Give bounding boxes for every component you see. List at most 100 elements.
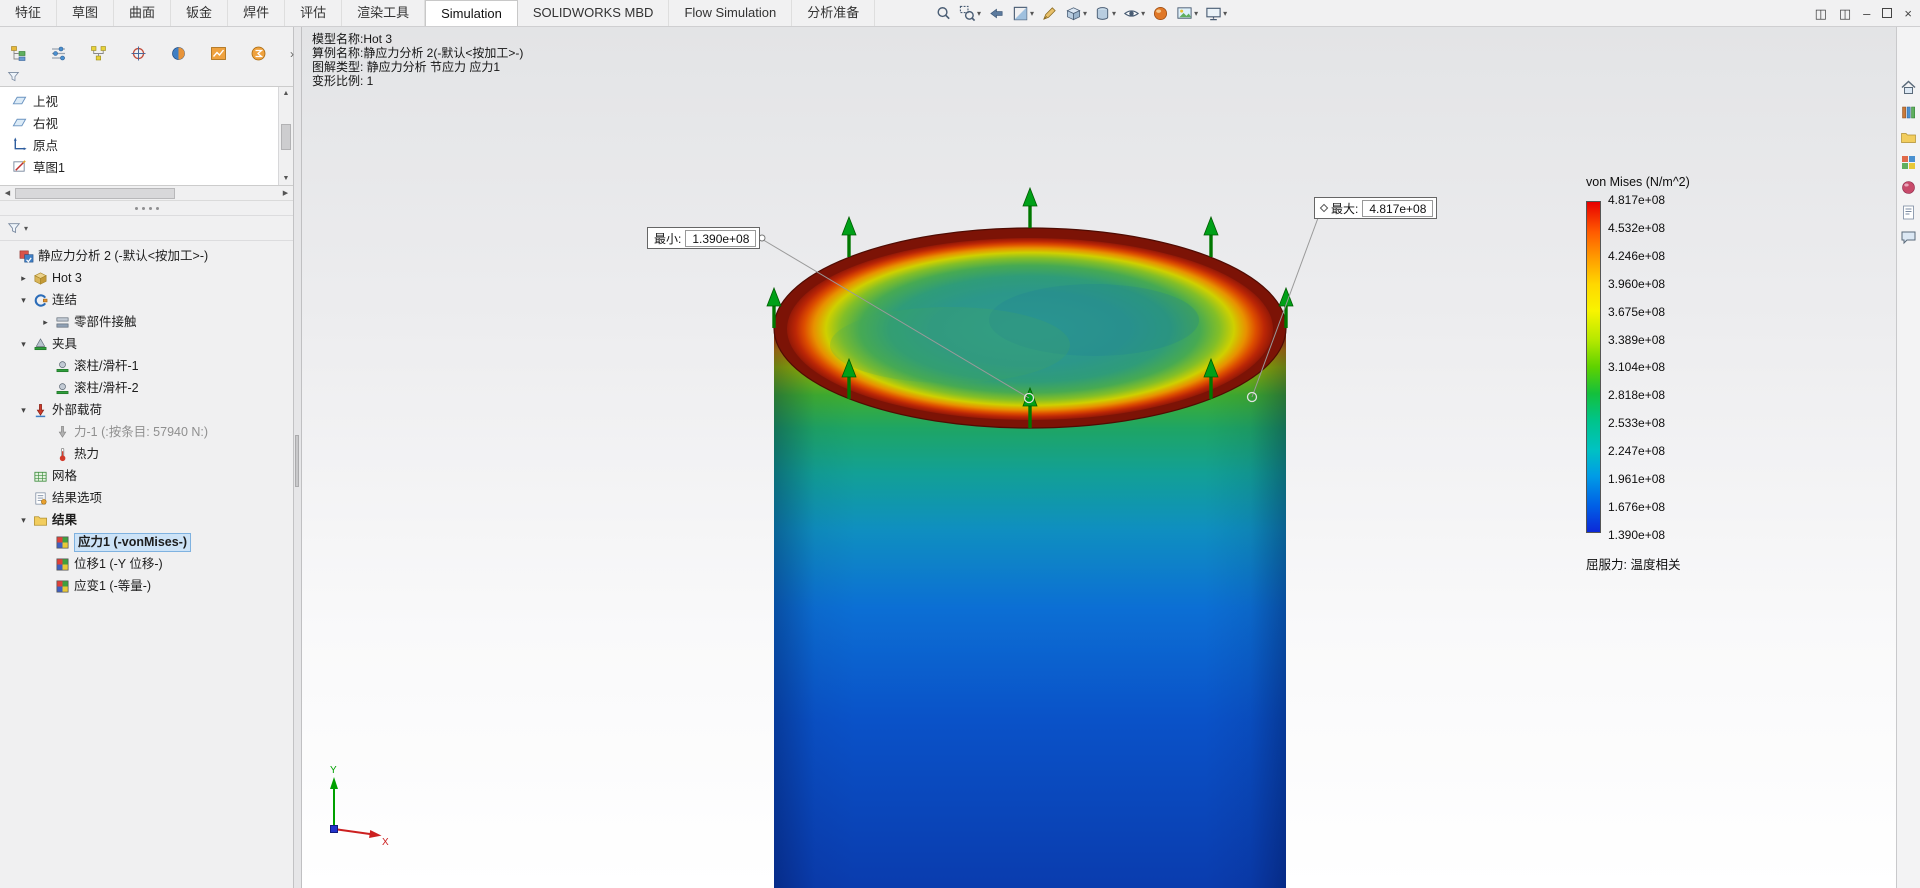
- display-style-icon: [1094, 5, 1111, 22]
- scroll-right-icon[interactable]: ▶: [278, 189, 293, 197]
- configurationmanager-tab-icon[interactable]: [90, 45, 107, 62]
- tab-sketch[interactable]: 草图: [57, 0, 115, 26]
- view-settings-button[interactable]: ▾: [1205, 5, 1227, 22]
- graphics-viewport[interactable]: Y X 模型名称:Hot 3 算例名称:静应力分析 2(-默认<按加工>-) 图…: [302, 27, 1896, 888]
- tree-item-component-contact[interactable]: ▸ 零部件接触: [0, 311, 293, 333]
- results-folder-icon: [33, 513, 48, 528]
- scrollbar-thumb[interactable]: [281, 124, 291, 151]
- simulation-study-tab-icon[interactable]: [210, 45, 227, 62]
- tab-simulation[interactable]: Simulation: [425, 0, 518, 26]
- collapse-arrow-icon[interactable]: ▾: [18, 405, 29, 416]
- splitter-grip[interactable]: [295, 435, 299, 487]
- tab-features[interactable]: 特征: [0, 0, 58, 26]
- strain-plot-icon: [55, 579, 70, 594]
- zoom-to-fit-button[interactable]: [935, 5, 952, 22]
- chevron-down-icon: ▾: [1194, 8, 1199, 18]
- tree-item-stress1[interactable]: 应力1 (-vonMises-): [0, 531, 293, 553]
- maximize-button[interactable]: [1882, 8, 1893, 18]
- tree-item-fixtures[interactable]: ▾ 夹具: [0, 333, 293, 355]
- feature-item-sketch1[interactable]: 草图1: [0, 155, 278, 177]
- max-value-callout[interactable]: 最大: 4.817e+08: [1314, 197, 1438, 219]
- panel-horizontal-splitter[interactable]: [0, 201, 293, 215]
- legend-value: 1.961e+08: [1608, 472, 1666, 487]
- scrollbar-track[interactable]: [279, 100, 293, 172]
- displaymanager-tab-icon[interactable]: [170, 45, 187, 62]
- tree-item-displacement1[interactable]: 位移1 (-Y 位移-): [0, 553, 293, 575]
- horizontal-scrollbar[interactable]: ◀ ▶: [0, 186, 293, 201]
- tab-solidworks-mbd[interactable]: SOLIDWORKS MBD: [518, 0, 670, 26]
- dock-pane-icon[interactable]: ◫: [1815, 7, 1827, 20]
- home-icon[interactable]: [1900, 79, 1917, 96]
- design-library-icon[interactable]: [1900, 104, 1917, 121]
- fixtures-icon: [33, 337, 48, 352]
- tree-item-connections[interactable]: ▾ 连结: [0, 289, 293, 311]
- forum-icon[interactable]: [1900, 229, 1917, 246]
- edit-appearance-button[interactable]: [1152, 5, 1169, 22]
- feature-item-right-plane[interactable]: 右视: [0, 111, 278, 133]
- callout-handle-icon[interactable]: [1319, 203, 1329, 213]
- tree-item-thermal[interactable]: 热力: [0, 443, 293, 465]
- roller-fixture-icon: [55, 381, 70, 396]
- propertymanager-tab-icon[interactable]: [50, 45, 67, 62]
- tree-item-roller-slider-2[interactable]: 滚柱/滑杆-2: [0, 377, 293, 399]
- view-palette-icon[interactable]: [1900, 154, 1917, 171]
- min-value-callout[interactable]: 最小: 1.390e+08: [647, 227, 761, 249]
- chevron-down-icon[interactable]: ▾: [24, 224, 28, 233]
- tree-item-roller-slider-1[interactable]: 滚柱/滑杆-1: [0, 355, 293, 377]
- scroll-up-icon[interactable]: ▲: [283, 87, 290, 100]
- file-explorer-icon[interactable]: [1900, 129, 1917, 146]
- simulation-results-tab-icon[interactable]: [250, 45, 267, 62]
- feature-item-top-plane[interactable]: 上视: [0, 89, 278, 111]
- legend-value: 3.104e+08: [1608, 360, 1666, 375]
- feature-item-origin[interactable]: 原点: [0, 133, 278, 155]
- legend-value: 2.818e+08: [1608, 388, 1666, 403]
- filter-funnel-icon[interactable]: [7, 70, 20, 83]
- dimxpertmanager-tab-icon[interactable]: [130, 45, 147, 62]
- tree-item-result-options[interactable]: 结果选项: [0, 487, 293, 509]
- annotation-button[interactable]: [1041, 5, 1058, 22]
- tree-item-force-1[interactable]: 力-1 (:按条目: 57940 N:): [0, 421, 293, 443]
- cylinder-model[interactable]: [773, 227, 1287, 888]
- scroll-left-icon[interactable]: ◀: [0, 189, 15, 197]
- collapse-arrow-icon[interactable]: ▾: [18, 295, 29, 306]
- zoom-to-area-button[interactable]: ▾: [959, 5, 981, 22]
- minimize-button[interactable]: –: [1863, 7, 1870, 20]
- tree-item-label: 网格: [52, 468, 78, 483]
- tree-item-label: 夹具: [52, 336, 78, 351]
- tree-item-external-loads[interactable]: ▾ 外部载荷: [0, 399, 293, 421]
- tab-flow-simulation[interactable]: Flow Simulation: [669, 0, 793, 26]
- scrollbar-thumb[interactable]: [15, 187, 175, 199]
- tab-render-tools[interactable]: 渲染工具: [342, 0, 426, 26]
- appearances-icon[interactable]: [1900, 179, 1917, 196]
- tree-item-strain1[interactable]: 应变1 (-等量-): [0, 575, 293, 597]
- featuremanager-tab-icon[interactable]: [10, 45, 27, 62]
- expand-arrow-icon[interactable]: ▸: [18, 273, 29, 284]
- view-orientation-button[interactable]: ▾: [1065, 5, 1087, 22]
- collapse-arrow-icon[interactable]: ▾: [18, 339, 29, 350]
- tree-item-mesh[interactable]: 网格: [0, 465, 293, 487]
- section-view-button[interactable]: ▾: [1012, 5, 1034, 22]
- hide-show-items-button[interactable]: ▾: [1123, 5, 1145, 22]
- tab-evaluate[interactable]: 评估: [285, 0, 343, 26]
- custom-properties-icon[interactable]: [1900, 204, 1917, 221]
- dock-pane-icon[interactable]: ◫: [1839, 7, 1851, 20]
- vertical-scrollbar[interactable]: ▲ ▼: [278, 87, 293, 185]
- apply-scene-button[interactable]: ▾: [1176, 5, 1198, 22]
- tab-sheet-metal[interactable]: 钣金: [171, 0, 229, 26]
- stress-color-legend[interactable]: von Mises (N/m^2) 4.817e+08 4.532e+08 4.…: [1586, 175, 1746, 573]
- tree-item-hot3[interactable]: ▸ Hot 3: [0, 267, 293, 289]
- scroll-down-icon[interactable]: ▼: [283, 172, 290, 185]
- close-button[interactable]: ×: [1904, 7, 1912, 20]
- tree-item-results[interactable]: ▾ 结果: [0, 509, 293, 531]
- panel-vertical-splitter[interactable]: [294, 27, 302, 888]
- collapse-arrow-icon[interactable]: ▾: [18, 515, 29, 526]
- display-style-button[interactable]: ▾: [1094, 5, 1116, 22]
- study-name-line: 算例名称:静应力分析 2(-默认<按加工>-): [312, 46, 524, 60]
- tab-surfaces[interactable]: 曲面: [114, 0, 172, 26]
- expand-arrow-icon[interactable]: ▸: [40, 317, 51, 328]
- tab-weldments[interactable]: 焊件: [228, 0, 286, 26]
- previous-view-button[interactable]: [988, 5, 1005, 22]
- tab-analysis-preparation[interactable]: 分析准备: [792, 0, 876, 26]
- tree-item-study[interactable]: 静应力分析 2 (-默认<按加工>-): [0, 245, 293, 267]
- filter-funnel-icon[interactable]: [7, 221, 21, 235]
